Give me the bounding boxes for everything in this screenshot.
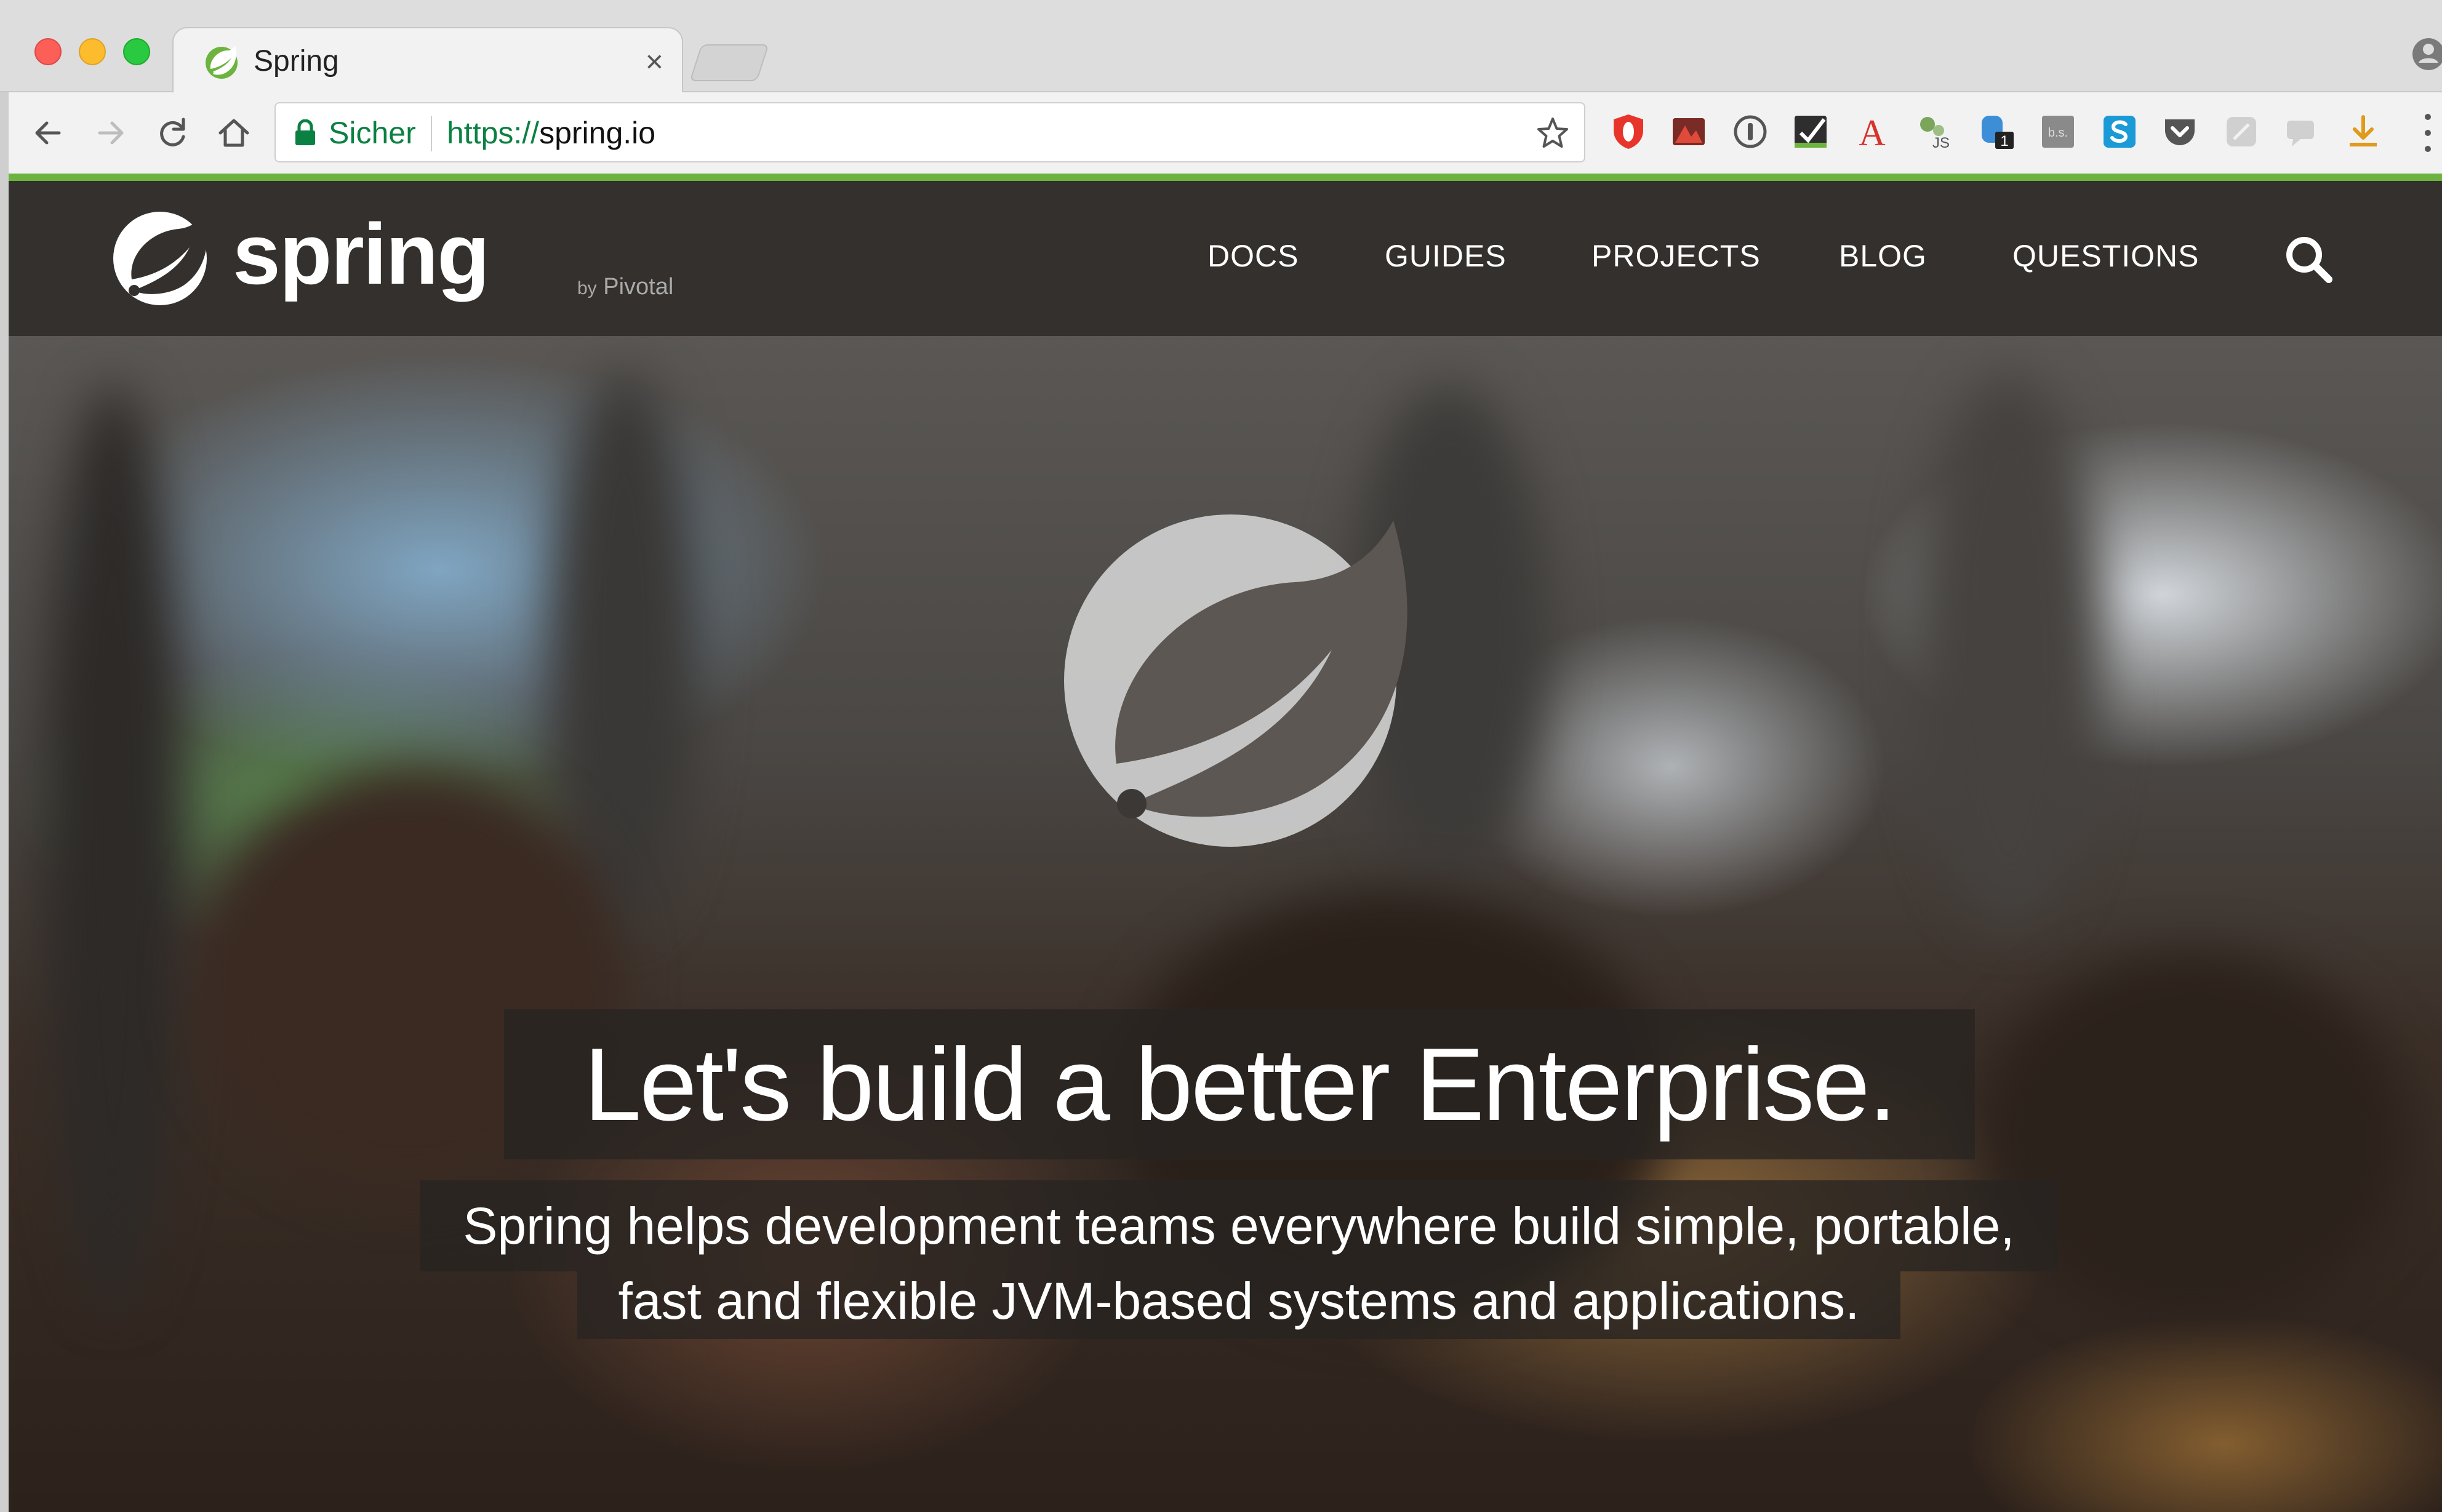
nav-questions[interactable]: QUESTIONS	[2012, 238, 2199, 274]
tab-close-icon[interactable]: ×	[646, 43, 663, 80]
brand-byline: by Pivotal	[577, 272, 673, 303]
new-tab-button[interactable]	[689, 44, 769, 81]
site-header: spring by Pivotal DOCS GUIDES PROJECTS B…	[9, 181, 2442, 336]
window-border	[0, 92, 9, 1512]
comment-extension-icon[interactable]	[2282, 112, 2321, 151]
bookmark-star-icon[interactable]	[1535, 116, 1571, 151]
lock-icon	[295, 119, 315, 145]
window-minimize-button[interactable]	[79, 38, 106, 65]
screen-record-icon[interactable]	[1669, 112, 1708, 151]
tab-title: Spring	[254, 45, 339, 78]
url-host: spring.io	[539, 116, 656, 150]
opera-shield-icon[interactable]	[1609, 112, 1648, 151]
bs-icon[interactable]: b.s.	[2038, 112, 2078, 151]
spring-logo[interactable]: spring by Pivotal	[110, 204, 673, 315]
address-bar[interactable]: Sicher https://spring.io	[274, 102, 1585, 162]
window-close-button[interactable]	[34, 38, 62, 65]
nav-projects[interactable]: PROJECTS	[1591, 238, 1761, 274]
url-scheme: https://	[447, 116, 540, 150]
window-maximize-button[interactable]	[123, 38, 150, 65]
forward-arrow-icon[interactable]	[91, 113, 130, 153]
tab-strip: Spring ×	[0, 0, 2442, 94]
extension-badge-count: 1	[2000, 133, 2008, 150]
hero-title: Let's build a better Enterprise.	[583, 1026, 1897, 1142]
search-icon[interactable]	[2280, 230, 2339, 289]
badge-extension-icon[interactable]: 1	[1977, 112, 2016, 151]
url-text: https://spring.io	[447, 114, 655, 151]
hero-subtitle-box: Spring helps development teams everywher…	[420, 1180, 2058, 1271]
browser-chrome: Spring × Sicher https://spring.io A JS 1…	[0, 0, 2442, 178]
reload-icon[interactable]	[153, 113, 192, 153]
brand-by: by	[577, 278, 597, 298]
skype-s-icon[interactable]	[2100, 112, 2139, 151]
brand-wordmark: spring	[233, 206, 490, 302]
pocket-icon[interactable]	[2160, 112, 2200, 151]
browser-tab[interactable]: Spring ×	[172, 27, 683, 94]
hero-subtitle-box: fast and flexible JVM-based systems and …	[577, 1271, 1900, 1339]
back-arrow-icon[interactable]	[28, 113, 68, 153]
home-icon[interactable]	[214, 113, 254, 153]
brand-company: Pivotal	[603, 274, 674, 300]
letter-a-label: A	[1859, 113, 1885, 151]
nav-docs[interactable]: DOCS	[1207, 238, 1299, 274]
address-bar-divider	[431, 116, 432, 151]
background-blur	[46, 385, 181, 1308]
checkbox-check-icon[interactable]	[1791, 112, 1830, 151]
profile-icon[interactable]	[2405, 36, 2442, 73]
js-label: JS	[1932, 135, 1950, 151]
browser-toolbar: Sicher https://spring.io A JS 1 b.s.	[0, 92, 2442, 175]
background-blur	[1916, 373, 2101, 927]
hero-section: Let's build a better Enterprise. Spring …	[9, 336, 2442, 1512]
info-circle-icon[interactable]	[1731, 112, 1770, 151]
disabled-extension-icon[interactable]	[2222, 112, 2261, 151]
bs-label: b.s.	[2048, 126, 2068, 140]
browser-menu-icon[interactable]	[2420, 110, 2436, 156]
letter-a-icon[interactable]: A	[1852, 112, 1892, 151]
spring-hero-leaf-icon	[1064, 514, 1407, 847]
nav-guides[interactable]: GUIDES	[1385, 238, 1507, 274]
accent-line	[9, 174, 2442, 181]
hero-subtitle-line-2: fast and flexible JVM-based systems and …	[618, 1272, 1860, 1330]
hero-title-box: Let's build a better Enterprise.	[504, 1009, 1975, 1159]
js-gears-icon[interactable]: JS	[1914, 112, 1953, 151]
download-icon[interactable]	[2344, 112, 2383, 151]
hero-subtitle-line-1: Spring helps development teams everywher…	[463, 1197, 2015, 1255]
nav-blog[interactable]: BLOG	[1839, 238, 1927, 274]
spring-leaf-icon	[113, 212, 207, 305]
spring-favicon-icon	[206, 46, 238, 79]
secure-label: Sicher	[329, 116, 416, 150]
